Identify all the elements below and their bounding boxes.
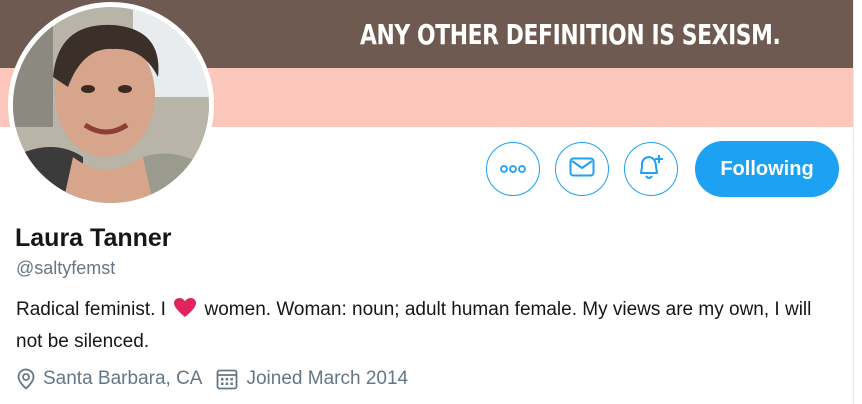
bio-text-start: Radical feminist. I <box>16 299 166 320</box>
joined-text: Joined March 2014 <box>246 368 409 389</box>
more-options-button[interactable] <box>486 142 540 196</box>
profile-name: Laura Tanner <box>15 224 172 252</box>
notifications-button[interactable] <box>624 142 678 196</box>
bell-plus-icon <box>636 152 666 187</box>
heart-icon <box>173 297 197 327</box>
banner-text: ANY OTHER DEFINITION IS SEXISM. <box>360 18 781 51</box>
location-text: Santa Barbara, CA <box>43 368 203 389</box>
more-dots-icon <box>500 160 526 178</box>
profile-meta: Santa Barbara, CA Joined March 2014 <box>17 368 422 390</box>
page-right-edge <box>853 0 862 404</box>
profile-bio: Radical feminist. I women. Woman: noun; … <box>16 295 816 356</box>
profile-location: Santa Barbara, CA <box>17 368 202 390</box>
avatar-photo <box>13 7 209 203</box>
profile-handle[interactable]: @saltyfemst <box>16 258 115 279</box>
profile-avatar[interactable] <box>8 2 214 208</box>
message-button[interactable] <box>555 142 609 196</box>
calendar-icon <box>216 368 238 390</box>
following-button[interactable]: Following <box>695 141 839 197</box>
location-pin-icon <box>17 368 35 390</box>
envelope-icon <box>569 157 595 182</box>
profile-joined: Joined March 2014 <box>216 368 408 390</box>
